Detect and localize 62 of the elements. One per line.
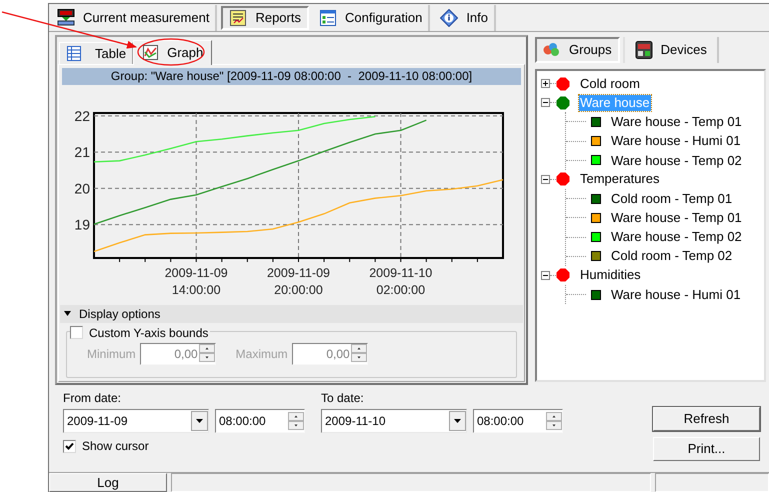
annotation-ellipse (137, 38, 205, 66)
tree-item[interactable]: Ware house - Temp 02 (611, 150, 742, 170)
blobs-icon (543, 40, 561, 59)
checkbox[interactable] (63, 440, 76, 453)
notepad-icon (229, 8, 248, 27)
expander-icon[interactable] (541, 270, 550, 280)
side-tab[interactable]: Groups (535, 36, 620, 63)
print-button[interactable]: Print... (653, 437, 760, 462)
checkbox-label: Custom Y-axis bounds (89, 324, 208, 342)
checkbox-label: Show cursor (82, 438, 149, 456)
top-tab[interactable]: Info (434, 4, 496, 31)
triangle-icon (64, 310, 71, 318)
y-tick-label: 22 (74, 108, 90, 124)
x-tick-label: 2009-11-09 14:00:00 (164, 266, 228, 297)
spin-arrows-icon (350, 344, 367, 362)
top-tab[interactable]: Reports (221, 6, 309, 30)
tree-item[interactable]: Cold room (579, 76, 641, 92)
report-tab[interactable]: Table (59, 42, 134, 64)
side-tab[interactable]: Devices (622, 36, 719, 63)
tree-item[interactable]: Ware house - Humi 01 (611, 131, 741, 151)
field-label: Minimum (87, 346, 136, 363)
y-tick-label: 20 (74, 180, 90, 196)
field-label: From date: (63, 390, 122, 406)
field-label: Maximum (236, 346, 288, 363)
tree-item[interactable]: Ware house - Temp 02 (611, 227, 742, 247)
spin-arrows-icon (546, 412, 562, 430)
report-tab[interactable]: Graph (133, 40, 212, 65)
expander-icon[interactable] (541, 98, 550, 108)
top-tab[interactable]: Current measurement (51, 4, 218, 31)
checkbox[interactable] (70, 326, 83, 340)
tree-item[interactable]: Ware house - Temp 01 (611, 208, 742, 228)
expander-icon[interactable] (541, 174, 550, 184)
tree-item[interactable]: Temperatures (579, 171, 660, 188)
tree-item[interactable]: Cold room - Temp 02 (611, 246, 732, 266)
time-field[interactable]: 08:00:00 (473, 409, 563, 434)
expander-icon[interactable] (541, 79, 550, 88)
log-button[interactable]: Log (49, 473, 167, 492)
tree-item[interactable]: Cold room - Temp 01 (611, 188, 732, 208)
tree-item[interactable]: Humidities (579, 267, 642, 284)
tree-item[interactable]: Ware house - Humi 01 (611, 284, 741, 304)
monitor-icon (57, 8, 75, 27)
graph-title: Group: "Ware house" [2009-11-09 08:00:00 - 2009-11-10 08:00:00] (62, 68, 521, 85)
dropdown-icon (449, 411, 466, 432)
spin-arrows-icon (288, 412, 304, 430)
device-icon (634, 40, 653, 59)
y-tick-label: 21 (74, 144, 90, 160)
window-icon (318, 8, 337, 27)
spin-arrows-icon (198, 344, 215, 362)
date-combobox[interactable]: 2009-11-10 (321, 409, 467, 434)
x-tick-label: 2009-11-10 02:00:00 (369, 266, 432, 297)
tree-item[interactable]: Ware house - Temp 01 (611, 112, 742, 132)
table-icon (66, 44, 83, 62)
line-chart-icon (142, 44, 160, 62)
date-combobox[interactable]: 2009-11-09 (63, 409, 209, 434)
field-label: To date: (321, 390, 365, 406)
y-tick-label: 19 (74, 216, 90, 233)
dropdown-icon (191, 411, 208, 432)
info-icon (440, 8, 458, 27)
x-tick-label: 2009-11-09 20:00:00 (267, 266, 330, 297)
time-field[interactable]: 08:00:00 (215, 409, 305, 434)
top-tab[interactable]: Configuration (312, 4, 430, 31)
refresh-button[interactable]: Refresh (653, 407, 760, 432)
